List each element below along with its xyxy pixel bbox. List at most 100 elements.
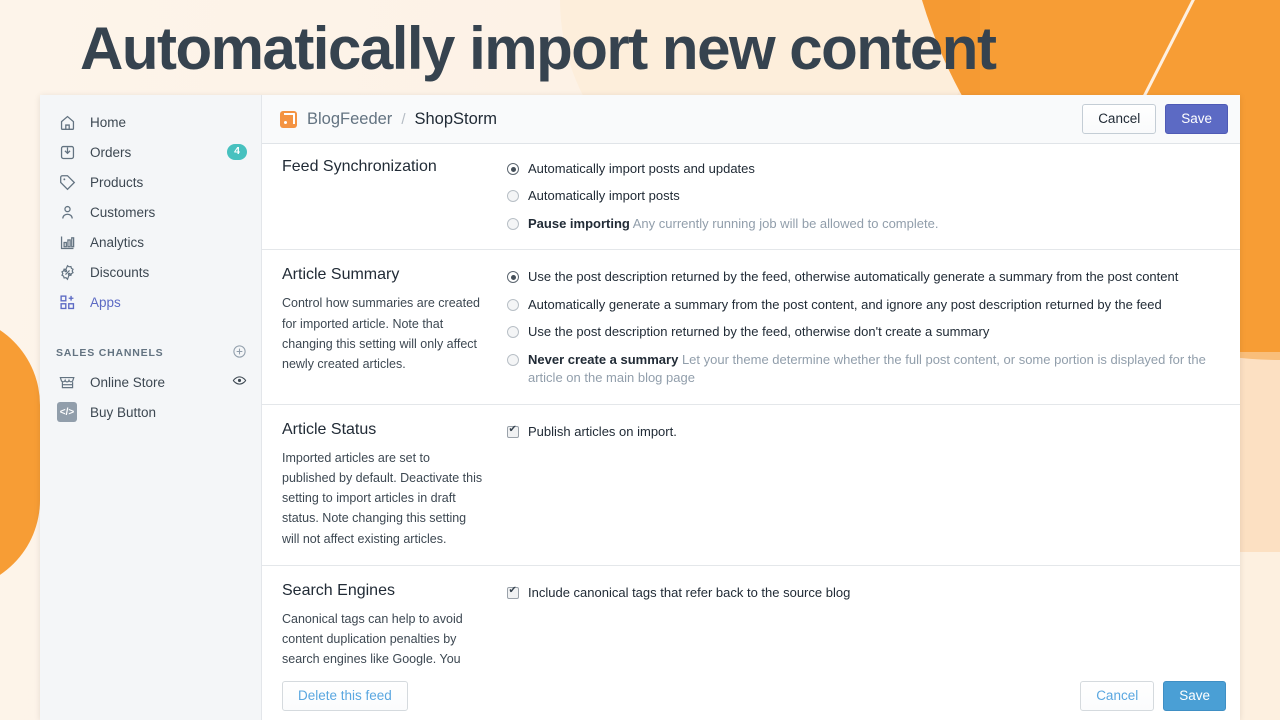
radio-option[interactable]: Automatically import posts [507, 187, 1220, 205]
section-description: Canonical tags can help to avoid content… [282, 611, 463, 667]
sidebar-item-buy-button[interactable]: </> Buy Button [40, 397, 261, 427]
sidebar-item-online-store[interactable]: Online Store [40, 367, 261, 397]
radio-indicator[interactable] [507, 217, 519, 230]
sidebar-section-label: SALES CHANNELS [56, 347, 164, 359]
storefront-icon [56, 372, 78, 392]
rss-feed-icon [280, 110, 297, 128]
section-title: Feed Synchronization [282, 158, 437, 175]
option-label: Use the post description returned by the… [528, 269, 1179, 285]
checkbox-option[interactable]: Publish articles on import. [507, 423, 1220, 441]
bar-chart-icon [56, 232, 78, 252]
sidebar-item-home[interactable]: Home [40, 107, 261, 137]
radio-indicator[interactable] [507, 353, 519, 366]
main-panel: BlogFeeder / ShopStorm Cancel Save Feed … [262, 95, 1240, 720]
sidebar-section-sales-channels: SALES CHANNELS [40, 339, 261, 367]
section-options: Include canonical tags that refer back t… [507, 582, 1220, 672]
option-label: Use the post description returned by the… [528, 324, 990, 340]
section-description: Control how summaries are created for im… [282, 296, 480, 372]
app-window: Home Orders 4 Products Customers Analyti… [40, 95, 1240, 720]
section-options: Publish articles on import. [507, 421, 1220, 549]
save-button-top[interactable]: Save [1165, 103, 1228, 135]
settings-content: Feed Synchronization Automatically impor… [262, 144, 1240, 672]
page-headline: Automatically import new content [80, 15, 997, 82]
sidebar-item-analytics[interactable]: Analytics [40, 227, 261, 257]
sidebar-item-label: Discounts [90, 264, 150, 280]
option-label-strong: Pause importing [528, 215, 630, 231]
radio-option[interactable]: Use the post description returned by the… [507, 323, 1220, 341]
radio-indicator[interactable] [507, 190, 519, 203]
option-help-text: Any currently running job will be allowe… [632, 215, 939, 231]
save-button-bottom[interactable]: Save [1163, 680, 1226, 712]
orders-inbox-icon [56, 142, 78, 162]
option-label: Never create a summary Let your theme de… [528, 351, 1220, 388]
section-left: Feed Synchronization [282, 158, 507, 233]
section-title: Article Summary [282, 266, 400, 284]
option-label-strong: Never create a summary [528, 351, 679, 367]
section-options: Automatically import posts and updates A… [507, 158, 1220, 233]
radio-indicator[interactable] [507, 271, 519, 284]
sidebar-item-label: Orders [90, 144, 132, 160]
sidebar-item-discounts[interactable]: Discounts [40, 257, 261, 287]
cancel-button-top[interactable]: Cancel [1082, 103, 1157, 135]
eye-icon[interactable] [232, 373, 247, 391]
breadcrumb-separator: / [401, 110, 406, 128]
radio-option[interactable]: Automatically generate a summary from th… [507, 296, 1220, 314]
sidebar: Home Orders 4 Products Customers Analyti… [40, 95, 262, 720]
section-left: Article Status Imported articles are set… [282, 421, 507, 549]
sidebar-item-customers[interactable]: Customers [40, 197, 261, 227]
person-icon [56, 202, 78, 222]
breadcrumb-app-name[interactable]: BlogFeeder [307, 110, 392, 129]
home-icon [56, 112, 78, 132]
section-title: Article Status [282, 420, 377, 438]
sidebar-item-label: Buy Button [90, 404, 157, 420]
section-options: Use the post description returned by the… [507, 266, 1220, 387]
radio-option[interactable]: Never create a summary Let your theme de… [507, 351, 1220, 388]
section-left: Article Summary Control how summaries ar… [282, 266, 507, 387]
footer-action-bar: Delete this feed Cancel Save [262, 672, 1240, 720]
sidebar-item-label: Products [90, 174, 144, 190]
topbar-actions: Cancel Save [1082, 103, 1228, 135]
sidebar-item-label: Analytics [90, 234, 145, 250]
apps-grid-plus-icon [56, 292, 78, 312]
radio-option[interactable]: Use the post description returned by the… [507, 268, 1220, 286]
section-feed-synchronization: Feed Synchronization Automatically impor… [262, 144, 1240, 251]
option-label: Include canonical tags that refer back t… [528, 584, 851, 600]
radio-indicator[interactable] [507, 326, 519, 339]
sidebar-item-apps[interactable]: Apps [40, 287, 261, 317]
breadcrumb-store-name: ShopStorm [414, 109, 498, 128]
radio-indicator[interactable] [507, 163, 519, 175]
radio-option[interactable]: Pause importing Any currently running jo… [507, 215, 1220, 233]
option-label: Publish articles on import. [528, 423, 677, 439]
section-article-summary: Article Summary Control how summaries ar… [262, 250, 1240, 405]
sidebar-item-label: Apps [90, 294, 121, 310]
option-label: Automatically import posts and updates [528, 161, 755, 176]
footer-right-actions: Cancel Save [1080, 680, 1226, 712]
option-label: Automatically generate a summary from th… [528, 296, 1162, 312]
checkbox-indicator[interactable] [507, 585, 519, 599]
cancel-button-bottom[interactable]: Cancel [1080, 680, 1155, 712]
delete-feed-button[interactable]: Delete this feed [282, 680, 408, 712]
checkbox-option[interactable]: Include canonical tags that refer back t… [507, 584, 1220, 602]
sidebar-item-orders[interactable]: Orders 4 [40, 137, 261, 167]
tag-icon [56, 172, 78, 192]
option-label: Pause importing Any currently running jo… [528, 215, 938, 233]
section-article-status: Article Status Imported articles are set… [262, 405, 1240, 566]
sidebar-item-products[interactable]: Products [40, 167, 261, 197]
checkbox-indicator[interactable] [507, 424, 519, 438]
code-tag-icon: </> [56, 402, 78, 422]
section-search-engines: Search Engines Canonical tags can help t… [262, 566, 1240, 672]
sidebar-item-label: Online Store [90, 374, 166, 390]
sidebar-item-label: Home [90, 114, 127, 130]
sidebar-item-label: Customers [90, 204, 156, 220]
section-title: Search Engines [282, 581, 395, 599]
option-label: Automatically import posts [528, 188, 680, 204]
radio-option[interactable]: Automatically import posts and updates [507, 160, 1220, 178]
radio-indicator[interactable] [507, 298, 519, 311]
screenshot-stage: Automatically import new content Home Or… [0, 0, 1280, 720]
app-topbar: BlogFeeder / ShopStorm Cancel Save [262, 95, 1240, 144]
discount-badge-icon [56, 262, 78, 282]
plus-circle-icon[interactable] [232, 344, 247, 362]
section-description: Imported articles are set to published b… [282, 450, 483, 546]
status-badge: 4 [227, 143, 247, 161]
section-left: Search Engines Canonical tags can help t… [282, 582, 507, 672]
